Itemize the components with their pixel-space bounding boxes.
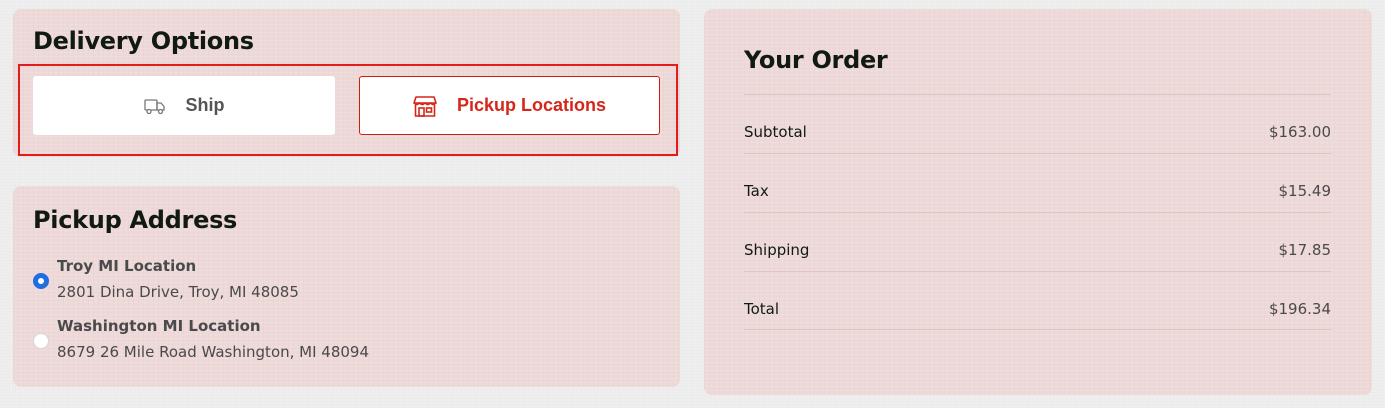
order-row-total: Total $196.34 (744, 271, 1331, 330)
ship-option-button[interactable]: Ship (33, 76, 335, 135)
delivery-options-panel: Delivery Options Ship Pickup Locations (13, 9, 680, 157)
delivery-options-title: Delivery Options (33, 27, 254, 55)
radio-button[interactable] (33, 333, 49, 349)
order-row-shipping: Shipping $17.85 (744, 212, 1331, 271)
order-row-value: $163.00 (1268, 123, 1331, 141)
order-summary-panel: Your Order Subtotal $163.00 Tax $15.49 S… (704, 9, 1372, 395)
order-row-label: Subtotal (744, 123, 807, 141)
order-row-value: $17.85 (1278, 241, 1332, 259)
pickup-address-panel: Pickup Address Troy MI Location 2801 Din… (13, 186, 680, 387)
location-name: Troy MI Location (57, 257, 197, 275)
order-row-label: Shipping (744, 241, 810, 259)
order-row-value: $15.49 (1278, 182, 1332, 200)
order-row-subtotal: Subtotal $163.00 (744, 94, 1331, 153)
location-name: Washington MI Location (57, 317, 261, 335)
store-icon (413, 95, 437, 117)
pickup-locations-label: Pickup Locations (456, 95, 607, 115)
order-row-tax: Tax $15.49 (744, 153, 1331, 212)
location-address: 2801 Dina Drive, Troy, MI 48085 (57, 283, 299, 301)
order-row-label: Tax (744, 182, 769, 200)
order-row-value: $196.34 (1268, 300, 1331, 318)
pickup-address-title: Pickup Address (33, 206, 238, 234)
truck-icon (143, 97, 166, 115)
radio-button-selected[interactable] (33, 273, 49, 289)
pickup-locations-button[interactable]: Pickup Locations (359, 76, 660, 135)
ship-option-label: Ship (185, 95, 225, 115)
order-row-label: Total (744, 300, 780, 318)
location-address: 8679 26 Mile Road Washington, MI 48094 (57, 343, 370, 361)
order-summary-title: Your Order (744, 46, 888, 74)
